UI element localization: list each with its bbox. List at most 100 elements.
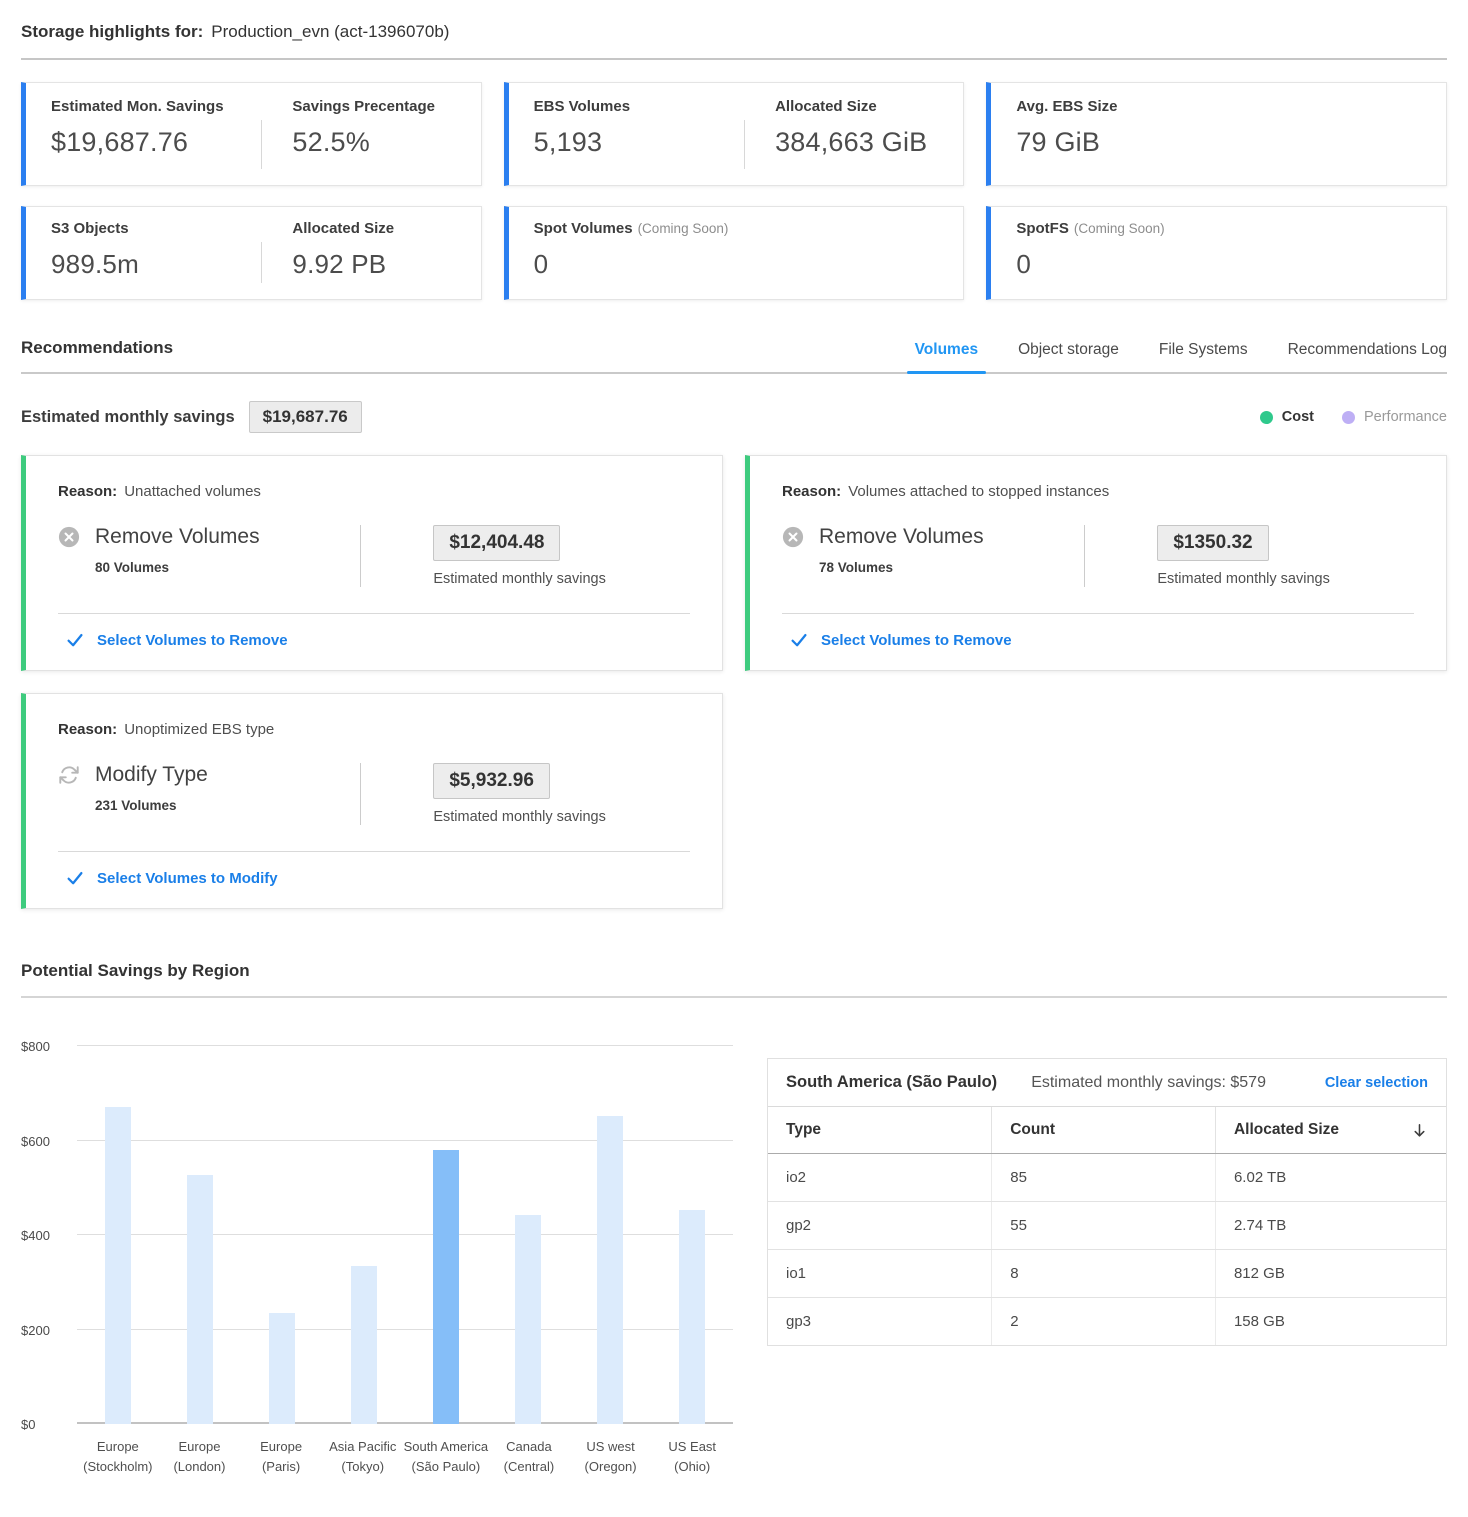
cell-count: 8	[992, 1250, 1216, 1298]
stat-cards-grid: Estimated Mon. Savings $19,687.76 Saving…	[21, 82, 1447, 300]
cell-allocated-size: 812 GB	[1215, 1250, 1446, 1298]
rec-card-stopped-instances: Reason: Volumes attached to stopped insta…	[745, 455, 1447, 671]
stat-card-spotfs: SpotFS (Coming Soon) 0	[986, 206, 1447, 300]
stat-card-avg-ebs-size: Avg. EBS Size 79 GiB	[986, 82, 1447, 186]
chart-bar-canada-central-[interactable]	[515, 1215, 541, 1424]
stat-label: Avg. EBS Size	[1016, 98, 1117, 115]
select-volumes-to-remove-button[interactable]: Select Volumes to Remove	[58, 614, 690, 670]
stat-value: 52.5%	[292, 127, 455, 158]
clear-selection-link[interactable]: Clear selection	[1325, 1075, 1428, 1091]
chart-bar-europe-london-[interactable]	[187, 1175, 213, 1424]
action-right: $5,932.96 Estimated monthly savings	[361, 763, 605, 825]
select-volumes-link-label: Select Volumes to Remove	[97, 632, 288, 649]
reason-label: Reason:	[58, 483, 117, 500]
column-header-count[interactable]: Count	[992, 1107, 1216, 1154]
savings-caption: Estimated monthly savings	[433, 809, 605, 825]
chart-bar-europe-paris-[interactable]	[269, 1313, 295, 1424]
select-volumes-to-remove-button[interactable]: Select Volumes to Remove	[782, 614, 1414, 670]
page-title: Storage highlights for:Production_evn (a…	[21, 12, 1447, 58]
column-header-allocated-size[interactable]: Allocated Size	[1215, 1107, 1446, 1154]
chart-bar-south-america-s-o-paulo-[interactable]	[433, 1150, 459, 1424]
stat-label-text: Spot Volumes	[534, 220, 633, 237]
chart-bar-us-west-oregon-[interactable]	[597, 1116, 623, 1424]
chart-bar-us-east-ohio-[interactable]	[679, 1210, 705, 1425]
region-volumes-table: Type Count Allocated Size io	[768, 1107, 1446, 1345]
tab-file-systems[interactable]: File Systems	[1159, 341, 1248, 372]
volume-count: 231 Volumes	[95, 798, 360, 813]
stat-label: EBS Volumes	[534, 98, 744, 115]
chart-bar-asia-pacific-tokyo-[interactable]	[351, 1266, 377, 1424]
chart-xtick-label: South America(São Paulo)	[404, 1437, 489, 1477]
action-title: Modify Type	[95, 763, 208, 787]
reason-line: Reason: Volumes attached to stopped insta…	[782, 483, 1414, 500]
stat-value: 989.5m	[51, 249, 261, 280]
stat-value: 0	[1016, 249, 1164, 280]
chart-xtick-label: Canada(Central)	[488, 1437, 570, 1477]
chart-xtick-label: Asia Pacific(Tokyo)	[322, 1437, 404, 1477]
reason-text: Unattached volumes	[124, 483, 261, 500]
legend-label: Cost	[1282, 409, 1314, 425]
stat-savings-percentage: Savings Precentage 52.5%	[262, 98, 455, 185]
chart-bar-europe-stockholm-[interactable]	[105, 1107, 131, 1424]
reason-text: Volumes attached to stopped instances	[848, 483, 1109, 500]
chart-bar-slot	[651, 1046, 733, 1424]
stat-s3-allocated-size: Allocated Size 9.92 PB	[262, 220, 455, 299]
stat-ebs-volumes: EBS Volumes 5,193	[534, 98, 744, 185]
stat-label-text: SpotFS	[1016, 220, 1069, 237]
chart-xtick-label: US west(Oregon)	[570, 1437, 652, 1477]
cell-count: 55	[992, 1202, 1216, 1250]
chart-legend: Cost Performance	[1260, 409, 1447, 425]
table-row: io2 85 6.02 TB	[768, 1154, 1446, 1202]
stat-value: $19,687.76	[51, 127, 261, 158]
refresh-icon	[58, 764, 80, 786]
select-volumes-to-modify-button[interactable]: Select Volumes to Modify	[58, 852, 690, 908]
check-icon	[66, 631, 84, 649]
action-left: Modify Type 231 Volumes	[58, 763, 361, 825]
action-title: Remove Volumes	[819, 525, 984, 549]
action-right: $1350.32 Estimated monthly savings	[1085, 525, 1329, 587]
header-divider	[21, 58, 1447, 60]
stat-card-s3-objects: S3 Objects 989.5m Allocated Size 9.92 PB	[21, 206, 482, 300]
stat-s3-objects: S3 Objects 989.5m	[51, 220, 261, 299]
savings-chart: $0$200$400$600$800 Europe(Stockholm)Euro…	[21, 1046, 733, 1477]
savings-caption: Estimated monthly savings	[1157, 571, 1329, 587]
savings-summary-badge: $19,687.76	[249, 401, 362, 433]
cell-type: gp3	[768, 1298, 992, 1346]
tab-volumes[interactable]: Volumes	[915, 341, 978, 372]
reason-line: Reason: Unattached volumes	[58, 483, 690, 500]
recommendations-title: Recommendations	[21, 338, 173, 372]
storage-dashboard: Storage highlights for:Production_evn (a…	[0, 0, 1468, 1517]
coming-soon-tag: (Coming Soon)	[1074, 221, 1165, 236]
stat-value: 5,193	[534, 127, 744, 158]
table-header-row: Type Count Allocated Size	[768, 1107, 1446, 1154]
region-panel-header: South America (São Paulo) Estimated mont…	[768, 1059, 1446, 1107]
chart-xtick-label: Europe(Paris)	[240, 1437, 322, 1477]
column-header-type[interactable]: Type	[768, 1107, 992, 1154]
check-icon	[790, 631, 808, 649]
stat-value: 9.92 PB	[292, 249, 455, 280]
stat-estimated-mon-savings: Estimated Mon. Savings $19,687.76	[51, 98, 261, 185]
stat-value: 384,663 GiB	[775, 127, 938, 158]
stat-label: SpotFS (Coming Soon)	[1016, 220, 1164, 237]
stat-value: 0	[534, 249, 729, 280]
action-left: Remove Volumes 78 Volumes	[782, 525, 1085, 587]
performance-dot-icon	[1342, 411, 1355, 424]
action-right: $12,404.48 Estimated monthly savings	[361, 525, 605, 587]
chart-ytick-label: $0	[21, 1417, 67, 1432]
chart-bar-slot	[405, 1046, 487, 1424]
volume-count: 78 Volumes	[819, 560, 1084, 575]
cell-type: gp2	[768, 1202, 992, 1250]
chart-bar-slot	[241, 1046, 323, 1424]
reason-label: Reason:	[782, 483, 841, 500]
select-volumes-link-label: Select Volumes to Remove	[821, 632, 1012, 649]
tab-object-storage[interactable]: Object storage	[1018, 341, 1119, 372]
action-row: Remove Volumes 80 Volumes $12,404.48 Est…	[58, 525, 690, 587]
stat-value: 79 GiB	[1016, 127, 1117, 158]
chart-ytick-label: $600	[21, 1134, 67, 1149]
region-bottom-area: $0$200$400$600$800 Europe(Stockholm)Euro…	[21, 1046, 1447, 1477]
stat-ebs-allocated-size: Allocated Size 384,663 GiB	[745, 98, 938, 185]
cell-allocated-size: 158 GB	[1215, 1298, 1446, 1346]
sort-descending-icon[interactable]	[1411, 1122, 1428, 1139]
rec-card-unattached-volumes: Reason: Unattached volumes Remove Volumes…	[21, 455, 723, 671]
tab-recommendations-log[interactable]: Recommendations Log	[1288, 341, 1447, 372]
